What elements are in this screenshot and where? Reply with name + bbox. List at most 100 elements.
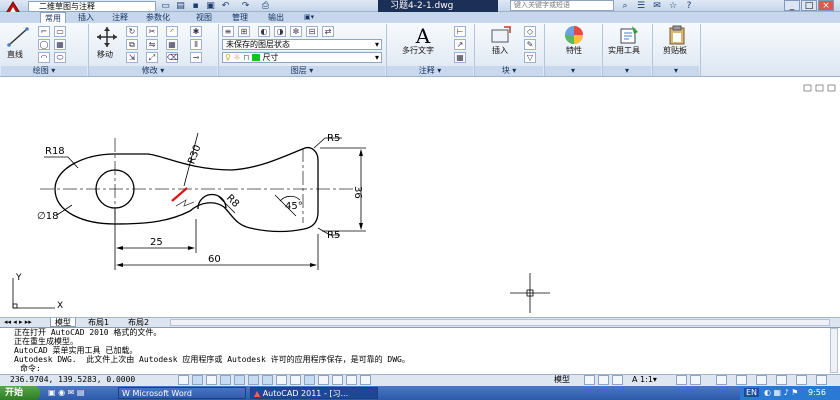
subscription-icon[interactable]: ☰: [634, 0, 648, 12]
modify-panel-title[interactable]: 修改 ▾: [89, 66, 217, 76]
table-icon[interactable]: ▦: [454, 52, 466, 63]
workspace-switch-icon[interactable]: [716, 375, 727, 385]
annotation-visibility-icon[interactable]: [676, 375, 687, 385]
status-bar-menu-icon[interactable]: [796, 375, 807, 385]
communication-icon[interactable]: ✉: [650, 0, 664, 12]
tab-model[interactable]: 模型: [50, 318, 76, 327]
maximize-button[interactable]: □: [801, 0, 817, 11]
task-microsoft-word[interactable]: W Microsoft Word: [118, 387, 246, 399]
new-file-icon[interactable]: ▭: [160, 1, 171, 11]
selection-cycling-toggle[interactable]: [360, 375, 371, 385]
ribbon-options-icon[interactable]: ▣▾: [300, 12, 318, 23]
tab-layout1[interactable]: 布局1: [84, 318, 113, 327]
undo-icon[interactable]: ↶: [220, 1, 231, 11]
pan-icon[interactable]: [612, 375, 623, 385]
rotate-icon[interactable]: ↻: [126, 26, 138, 37]
edit-attributes-icon[interactable]: ▽: [524, 52, 536, 63]
search-icon[interactable]: ⌕: [618, 0, 632, 12]
layer-off-icon[interactable]: ◐: [258, 26, 270, 37]
create-block-icon[interactable]: ◇: [524, 26, 536, 37]
properties-icon[interactable]: [563, 25, 585, 45]
mirror-icon[interactable]: ⇋: [146, 39, 158, 50]
copy-icon[interactable]: ⧉: [126, 39, 138, 50]
help-search-input[interactable]: 键入关键字或短语: [510, 0, 614, 11]
layer-properties-icon[interactable]: ≡: [222, 26, 234, 37]
layers-panel-title[interactable]: 图层 ▾: [219, 66, 385, 76]
start-button[interactable]: 开始: [0, 386, 40, 400]
erase-icon[interactable]: ⌫: [166, 52, 178, 63]
clean-screen-icon[interactable]: [816, 375, 827, 385]
transparency-toggle[interactable]: [332, 375, 343, 385]
annotation-scale[interactable]: A 1:1▾: [632, 375, 657, 385]
viewport-controls[interactable]: [803, 84, 836, 92]
tab-layout2[interactable]: 布局2: [124, 318, 153, 327]
edit-block-icon[interactable]: ✎: [524, 39, 536, 50]
infer-constraints-toggle[interactable]: [178, 375, 189, 385]
dynamic-ucs-toggle[interactable]: [290, 375, 301, 385]
tab-view[interactable]: 视图: [192, 12, 216, 23]
open-file-icon[interactable]: ▤: [175, 1, 186, 11]
hatch-icon[interactable]: ▦: [54, 39, 66, 50]
task-autocad[interactable]: ▲ AutoCAD 2011 - [习...: [250, 387, 378, 399]
ortho-mode-toggle[interactable]: [220, 375, 231, 385]
polar-tracking-toggle[interactable]: [234, 375, 245, 385]
lineweight-toggle[interactable]: [318, 375, 329, 385]
current-layer-select[interactable]: ♀ ☼ ⊓ 尺寸 ▾: [222, 52, 382, 63]
polyline-icon[interactable]: ⌐: [38, 26, 50, 37]
save-icon[interactable]: ▪: [190, 1, 201, 11]
minimize-button[interactable]: _: [784, 0, 800, 11]
layer-freeze-icon[interactable]: ✼: [290, 26, 302, 37]
fillet-icon[interactable]: ◜: [166, 26, 178, 37]
3d-object-snap-toggle[interactable]: [262, 375, 273, 385]
stretch-icon[interactable]: ⇲: [126, 52, 138, 63]
object-snap-toggle[interactable]: [248, 375, 259, 385]
hardware-acceleration-icon[interactable]: [756, 375, 767, 385]
move-tool-icon[interactable]: [96, 26, 118, 48]
command-prompt[interactable]: 命令:: [20, 364, 41, 373]
line-tool-icon[interactable]: [6, 26, 30, 48]
model-space-label[interactable]: 模型: [554, 375, 570, 385]
help-icon[interactable]: ?: [682, 0, 696, 12]
insert-block-icon[interactable]: [490, 26, 512, 44]
layer-state-select[interactable]: 未保存的图层状态 ▾: [222, 39, 382, 50]
layout-nav-arrows[interactable]: ◂◂ ◂ ▸ ▸▸: [4, 318, 32, 327]
ellipse-icon[interactable]: ⬭: [54, 52, 66, 63]
join-icon[interactable]: ⊸: [190, 52, 202, 63]
linear-dimension-icon[interactable]: ⊢: [454, 26, 466, 37]
utilities-icon[interactable]: [618, 25, 640, 45]
quick-view-drawings-icon[interactable]: [598, 375, 609, 385]
tab-insert[interactable]: 插入: [74, 12, 98, 23]
block-panel-title[interactable]: 块 ▾: [475, 66, 543, 76]
save-as-icon[interactable]: ▣: [205, 1, 216, 11]
language-indicator[interactable]: EN: [744, 388, 760, 397]
arc-icon[interactable]: ◠: [38, 52, 50, 63]
grid-display-toggle[interactable]: [206, 375, 217, 385]
drawing-canvas[interactable]: R18 ∅18 R30 R5 R5 R8 45° 36 25 60 Y X: [0, 78, 840, 317]
trim-icon[interactable]: ✂: [146, 26, 158, 37]
close-button[interactable]: ×: [818, 0, 834, 11]
tab-annotate[interactable]: 注释: [108, 12, 132, 23]
object-snap-tracking-toggle[interactable]: [276, 375, 287, 385]
quick-launch-icons[interactable]: ▣ ◉ ✉ ▤: [48, 388, 84, 397]
layer-state-icon[interactable]: ⊞: [238, 26, 250, 37]
dynamic-input-toggle[interactable]: [304, 375, 315, 385]
circle-icon[interactable]: ◯: [38, 39, 50, 50]
quick-view-layouts-icon[interactable]: [584, 375, 595, 385]
multileader-icon[interactable]: ↗: [454, 39, 466, 50]
favorites-icon[interactable]: ☆: [666, 0, 680, 12]
tray-icons[interactable]: ◐ ▦ ♪ ⚑: [764, 388, 798, 397]
layer-lock-icon[interactable]: ⊟: [306, 26, 318, 37]
workspace-select[interactable]: 二维草图与注释: [28, 1, 156, 12]
rectangle-icon[interactable]: ▭: [54, 26, 66, 37]
properties-panel-title[interactable]: ▾: [545, 66, 601, 76]
auto-scale-icon[interactable]: [690, 375, 701, 385]
utilities-panel-title[interactable]: ▾: [603, 66, 651, 76]
command-scrollbar[interactable]: [830, 328, 838, 373]
toolbar-lock-icon[interactable]: [736, 375, 747, 385]
horizontal-scrollbar[interactable]: [170, 319, 830, 326]
tab-parametric[interactable]: 参数化: [142, 12, 174, 23]
clipboard-panel-title[interactable]: ▾: [653, 66, 699, 76]
draw-panel-title[interactable]: 绘图 ▾: [1, 66, 87, 76]
tab-output[interactable]: 输出: [264, 12, 288, 23]
tab-home[interactable]: 常用: [40, 12, 66, 23]
